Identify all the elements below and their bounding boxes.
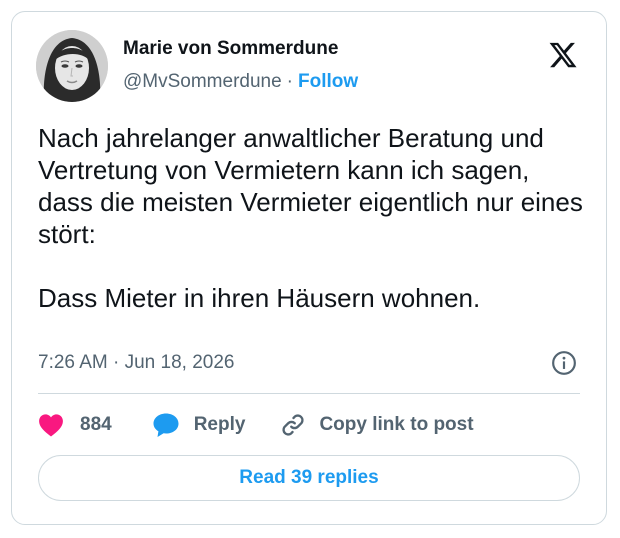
reply-bubble-icon bbox=[153, 413, 179, 437]
tweet-card: Marie von Sommerdune @MvSommerdune · Follo… bbox=[11, 11, 607, 525]
reply-button[interactable]: Reply bbox=[152, 412, 246, 438]
follow-button[interactable]: Follow bbox=[298, 71, 358, 92]
copy-link-label: Copy link to post bbox=[319, 414, 474, 435]
avatar[interactable] bbox=[36, 30, 108, 102]
like-button[interactable]: 884 bbox=[38, 413, 112, 437]
x-logo-icon[interactable] bbox=[548, 40, 578, 70]
portrait-avatar-icon bbox=[36, 30, 108, 102]
timestamp[interactable]: 7:26 AM · Jun 18, 2026 bbox=[38, 352, 234, 374]
divider bbox=[38, 393, 580, 394]
like-count: 884 bbox=[80, 414, 112, 435]
heart-icon bbox=[39, 414, 63, 437]
read-replies-label: Read 39 replies bbox=[239, 467, 379, 488]
read-replies-button[interactable]: Read 39 replies bbox=[38, 455, 580, 501]
author-name[interactable]: Marie von Sommerdune bbox=[123, 38, 338, 60]
separator-dot: · bbox=[286, 71, 293, 92]
reply-label: Reply bbox=[193, 414, 246, 435]
author-handle-row: @MvSommerdune · Follow bbox=[123, 71, 358, 93]
tweet-text: Nach jahrelanger anwaltlicher Beratung u… bbox=[38, 123, 583, 313]
info-icon[interactable] bbox=[551, 350, 577, 376]
action-bar: 884 Reply Copy link to post bbox=[38, 410, 474, 440]
copy-link-button[interactable]: Copy link to post bbox=[279, 411, 474, 439]
author-handle[interactable]: @MvSommerdune bbox=[123, 71, 282, 92]
link-icon bbox=[282, 414, 305, 436]
